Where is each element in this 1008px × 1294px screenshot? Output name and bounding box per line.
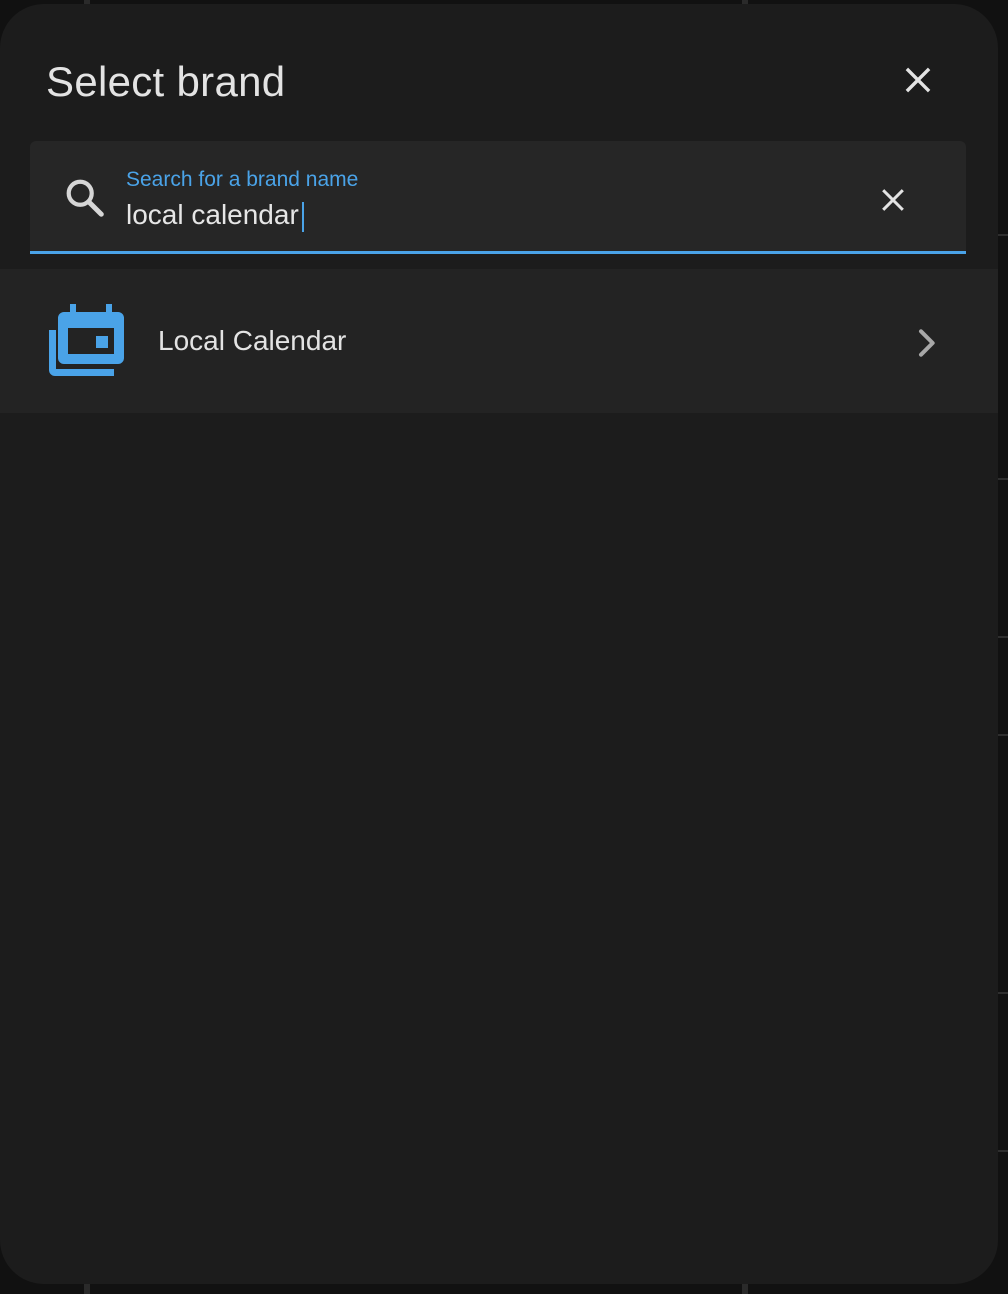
search-field[interactable]: Search for a brand name <box>30 141 966 254</box>
dialog-title: Select brand <box>46 58 286 105</box>
list-item-label: Local Calendar <box>158 325 347 356</box>
select-brand-dialog: Select brand Search for a brand name loc… <box>0 4 998 1284</box>
backdrop-divider <box>742 1284 748 1294</box>
search-icon <box>66 179 104 217</box>
brand-results-list: Local Calendar <box>0 269 998 413</box>
close-icon <box>905 67 931 93</box>
close-icon <box>882 189 904 211</box>
search-input[interactable] <box>126 197 826 233</box>
clear-search-button[interactable] <box>864 171 922 229</box>
chevron-right-icon <box>919 329 935 357</box>
search-field-label: Search for a brand name <box>126 168 359 191</box>
calendar-multiple-icon <box>49 304 124 376</box>
list-item-local-calendar[interactable]: Local Calendar <box>0 269 998 413</box>
close-dialog-button[interactable] <box>888 50 948 110</box>
backdrop-divider <box>84 1284 90 1294</box>
text-caret <box>302 202 304 232</box>
